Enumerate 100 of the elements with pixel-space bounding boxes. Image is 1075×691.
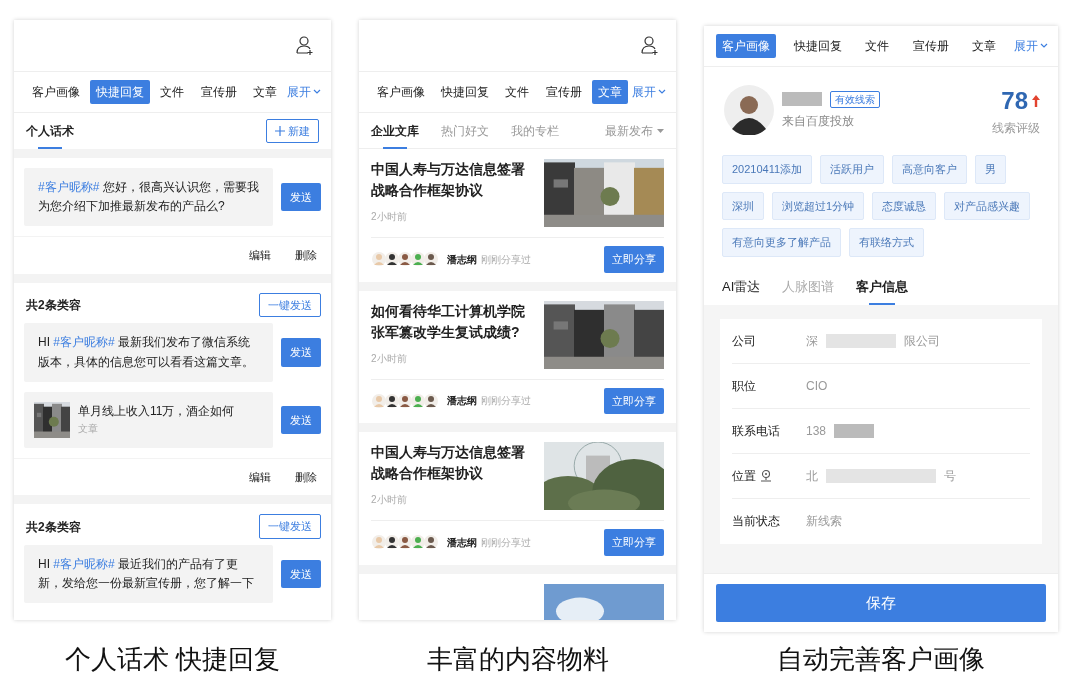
group-title: 共2条类容: [26, 297, 81, 315]
field-value: 号: [944, 467, 956, 485]
article-title[interactable]: 如何看待华工计算机学院张军篡改学生复试成绩?: [371, 300, 528, 343]
field-value: 限公司: [904, 332, 940, 350]
tab[interactable]: 文章: [246, 80, 283, 104]
field-label: 职位: [732, 377, 756, 395]
send-button[interactable]: 发送: [281, 182, 321, 212]
location-pin-icon: [760, 469, 772, 482]
chevron-down-icon: [1039, 43, 1048, 49]
redacted-name: [782, 92, 822, 106]
subtab[interactable]: 客户信息: [856, 268, 909, 305]
share-button[interactable]: 立即分享: [604, 529, 664, 556]
field-value: 深: [806, 332, 818, 350]
tag-chip: 浏览超过1分钟: [772, 191, 865, 220]
send-all-button[interactable]: 一键发送: [259, 292, 321, 318]
tag-chip: 有意向更多了解产品: [722, 228, 841, 257]
tab[interactable]: 文章: [966, 34, 1003, 58]
tag-chip: 对产品感兴趣: [944, 191, 1031, 220]
tab[interactable]: 文件: [859, 34, 896, 58]
share-button[interactable]: 立即分享: [604, 246, 664, 273]
expand-link[interactable]: 展开: [286, 83, 321, 101]
expand-link[interactable]: 展开: [631, 83, 666, 101]
field-label: 位置: [732, 467, 756, 485]
article-card[interactable]: 单月线上收入11万，酒企如何 文章: [24, 391, 273, 448]
new-button[interactable]: 新建: [266, 118, 319, 144]
tab[interactable]: 客户画像: [716, 34, 776, 58]
tab[interactable]: 客户画像: [26, 80, 86, 104]
plus-icon: [275, 126, 285, 136]
share-button[interactable]: 立即分享: [604, 387, 664, 414]
add-user-icon[interactable]: [295, 35, 315, 56]
sharer-name: 潘志纲: [447, 394, 477, 409]
subtab[interactable]: 企业文库: [371, 112, 419, 149]
send-button[interactable]: 发送: [281, 559, 321, 589]
redacted-block: [826, 333, 896, 348]
chevron-down-icon: [657, 89, 666, 95]
tag-chip: 深圳: [722, 191, 764, 220]
article-title: 单月线上收入11万，酒企如何: [78, 403, 235, 421]
tag-chip: 20210411添加: [722, 155, 813, 184]
share-note: 刚刚分享过: [481, 535, 531, 550]
status-badge: 有效线索: [830, 90, 880, 108]
subtab[interactable]: AI雷达: [722, 268, 761, 305]
time-label: 2小时前: [371, 493, 408, 507]
field-label: 联系电话: [732, 422, 780, 440]
tab[interactable]: 文件: [154, 80, 191, 104]
caret-icon: [657, 128, 664, 133]
caption: 自动完善客户画像: [777, 643, 985, 676]
field-value: 北: [806, 467, 818, 485]
tab[interactable]: 快捷回复: [787, 34, 848, 58]
expand-link[interactable]: 展开: [1013, 37, 1048, 55]
share-note: 刚刚分享过: [481, 394, 531, 409]
subtab[interactable]: 个人话术: [26, 113, 74, 149]
tab[interactable]: 客户画像: [371, 80, 431, 104]
redacted-block: [834, 423, 875, 438]
chevron-down-icon: [312, 89, 321, 95]
tag-chip: 男: [975, 155, 1007, 184]
caption: 丰富的内容物料: [426, 643, 609, 676]
tag-chip: 态度诚恳: [872, 191, 937, 220]
time-label: 2小时前: [371, 210, 408, 224]
message-text: HI #客户昵称# 最近我们的产品有了更新，发给您一份最新宣传册，您了解一下: [24, 544, 273, 604]
field-label: 当前状态: [732, 513, 780, 530]
action-link[interactable]: 删除: [295, 247, 317, 264]
article-title[interactable]: 中国人寿与万达信息签署战略合作框架协议: [371, 442, 528, 484]
avatar-group-drawing: [371, 534, 439, 551]
action-link[interactable]: 编辑: [249, 468, 271, 486]
tag-chip: 有联络方式: [849, 228, 924, 257]
tab[interactable]: 快捷回复: [435, 80, 496, 104]
action-link[interactable]: 编辑: [249, 247, 271, 264]
caption: 个人话术 快捷回复: [64, 643, 281, 676]
send-button[interactable]: 发送: [281, 405, 321, 434]
send-all-button[interactable]: 一键发送: [259, 514, 321, 539]
avatar: [724, 85, 774, 135]
add-user-icon[interactable]: [640, 35, 660, 56]
score-label: 线索评级: [992, 120, 1040, 137]
send-button[interactable]: 发送: [281, 338, 321, 367]
message-text: HI #客户昵称# 最新我们发布了微信系统版本，具体的信息您可以看看这篇文章。: [24, 323, 273, 382]
field-value: CIO: [806, 377, 828, 395]
source-label: 来自百度投放: [782, 112, 855, 130]
group-title: 共2条类容: [26, 518, 81, 536]
tag-chip: 高意向客户: [892, 155, 968, 184]
article-title[interactable]: 中国人寿与万达信息签署战略合作框架协议: [371, 159, 528, 201]
action-link[interactable]: 删除: [295, 468, 317, 486]
sharer-name: 潘志纲: [447, 252, 477, 267]
tab[interactable]: 宣传册: [906, 34, 955, 58]
share-note: 刚刚分享过: [481, 252, 531, 267]
tab[interactable]: 宣传册: [194, 80, 243, 104]
save-button[interactable]: 保存: [716, 583, 1046, 622]
message-text: #客户昵称# 您好，很高兴认识您，需要我为您介绍下加推最新发布的产品么?: [24, 168, 273, 227]
tab[interactable]: 宣传册: [539, 80, 588, 104]
score-value: 78: [1001, 86, 1028, 116]
field-value: 新线索: [806, 513, 842, 530]
avatar-group-drawing: [371, 392, 439, 409]
field-label: 公司: [732, 332, 756, 350]
sharer-name: 潘志纲: [447, 535, 477, 550]
time-label: 2小时前: [371, 351, 408, 366]
tab[interactable]: 文件: [499, 80, 536, 104]
arrow-up-icon: [1032, 95, 1040, 107]
tag-chip: 活跃用户: [820, 155, 885, 184]
tab[interactable]: 文章: [591, 80, 628, 104]
article-type: 文章: [78, 422, 99, 437]
tab[interactable]: 快捷回复: [90, 80, 151, 104]
